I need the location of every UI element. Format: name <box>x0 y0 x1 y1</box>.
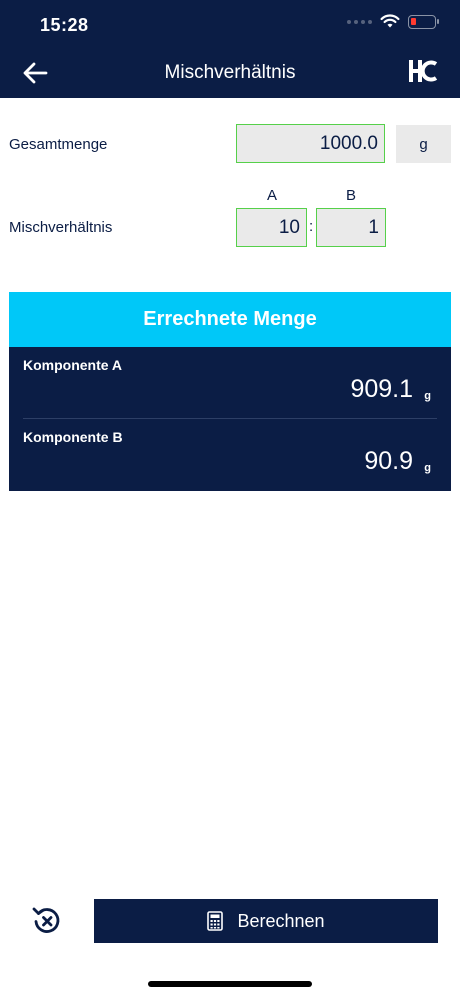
ratio-a-value: 10 <box>278 216 300 238</box>
component-b-row: Komponente B 90.9 g <box>9 419 451 491</box>
calculate-button[interactable]: Berechnen <box>94 899 438 943</box>
component-a-unit: g <box>424 390 431 402</box>
calculate-label: Berechnen <box>237 910 325 931</box>
component-b-unit: g <box>424 462 431 474</box>
ratio-b-input[interactable]: 1 <box>316 208 386 247</box>
calculator-icon <box>207 911 224 931</box>
component-a-row: Komponente A 909.1 g <box>9 347 451 419</box>
signal-icon <box>347 19 372 24</box>
total-amount-label: Gesamtmenge <box>9 136 108 153</box>
reset-button[interactable] <box>30 904 64 938</box>
ratio-b-value: 1 <box>368 216 379 238</box>
component-b-value: 90.9 <box>364 447 413 475</box>
reset-icon <box>32 907 60 933</box>
total-amount-input[interactable]: 1000.0 <box>236 124 385 163</box>
component-a-value: 909.1 <box>350 375 413 403</box>
page-title: Mischverhältnis <box>164 62 296 83</box>
column-b-label: B <box>345 187 356 204</box>
result-header: Errechnete Menge <box>9 292 451 347</box>
status-time: 15:28 <box>40 15 89 35</box>
column-a-label: A <box>266 187 277 204</box>
total-amount-value: 1000.0 <box>319 132 378 154</box>
ratio-a-input[interactable]: 10 <box>236 208 307 247</box>
wifi-icon <box>380 14 400 28</box>
unit-selector[interactable]: g <box>396 125 451 163</box>
mix-ratio-label: Mischverhältnis <box>9 219 113 236</box>
result-panel: Komponente A 909.1 g Komponente B 90.9 g <box>9 347 451 491</box>
brand-logo-icon <box>409 60 438 82</box>
top-bar: 15:28 Mischverhältnis <box>0 0 460 98</box>
ratio-separator: : <box>309 218 314 235</box>
home-indicator[interactable] <box>148 981 312 987</box>
component-b-label: Komponente B <box>23 429 123 445</box>
component-a-label: Komponente A <box>23 357 123 373</box>
unit-label: g <box>419 135 428 153</box>
status-icons <box>347 14 439 29</box>
battery-icon <box>408 14 439 29</box>
